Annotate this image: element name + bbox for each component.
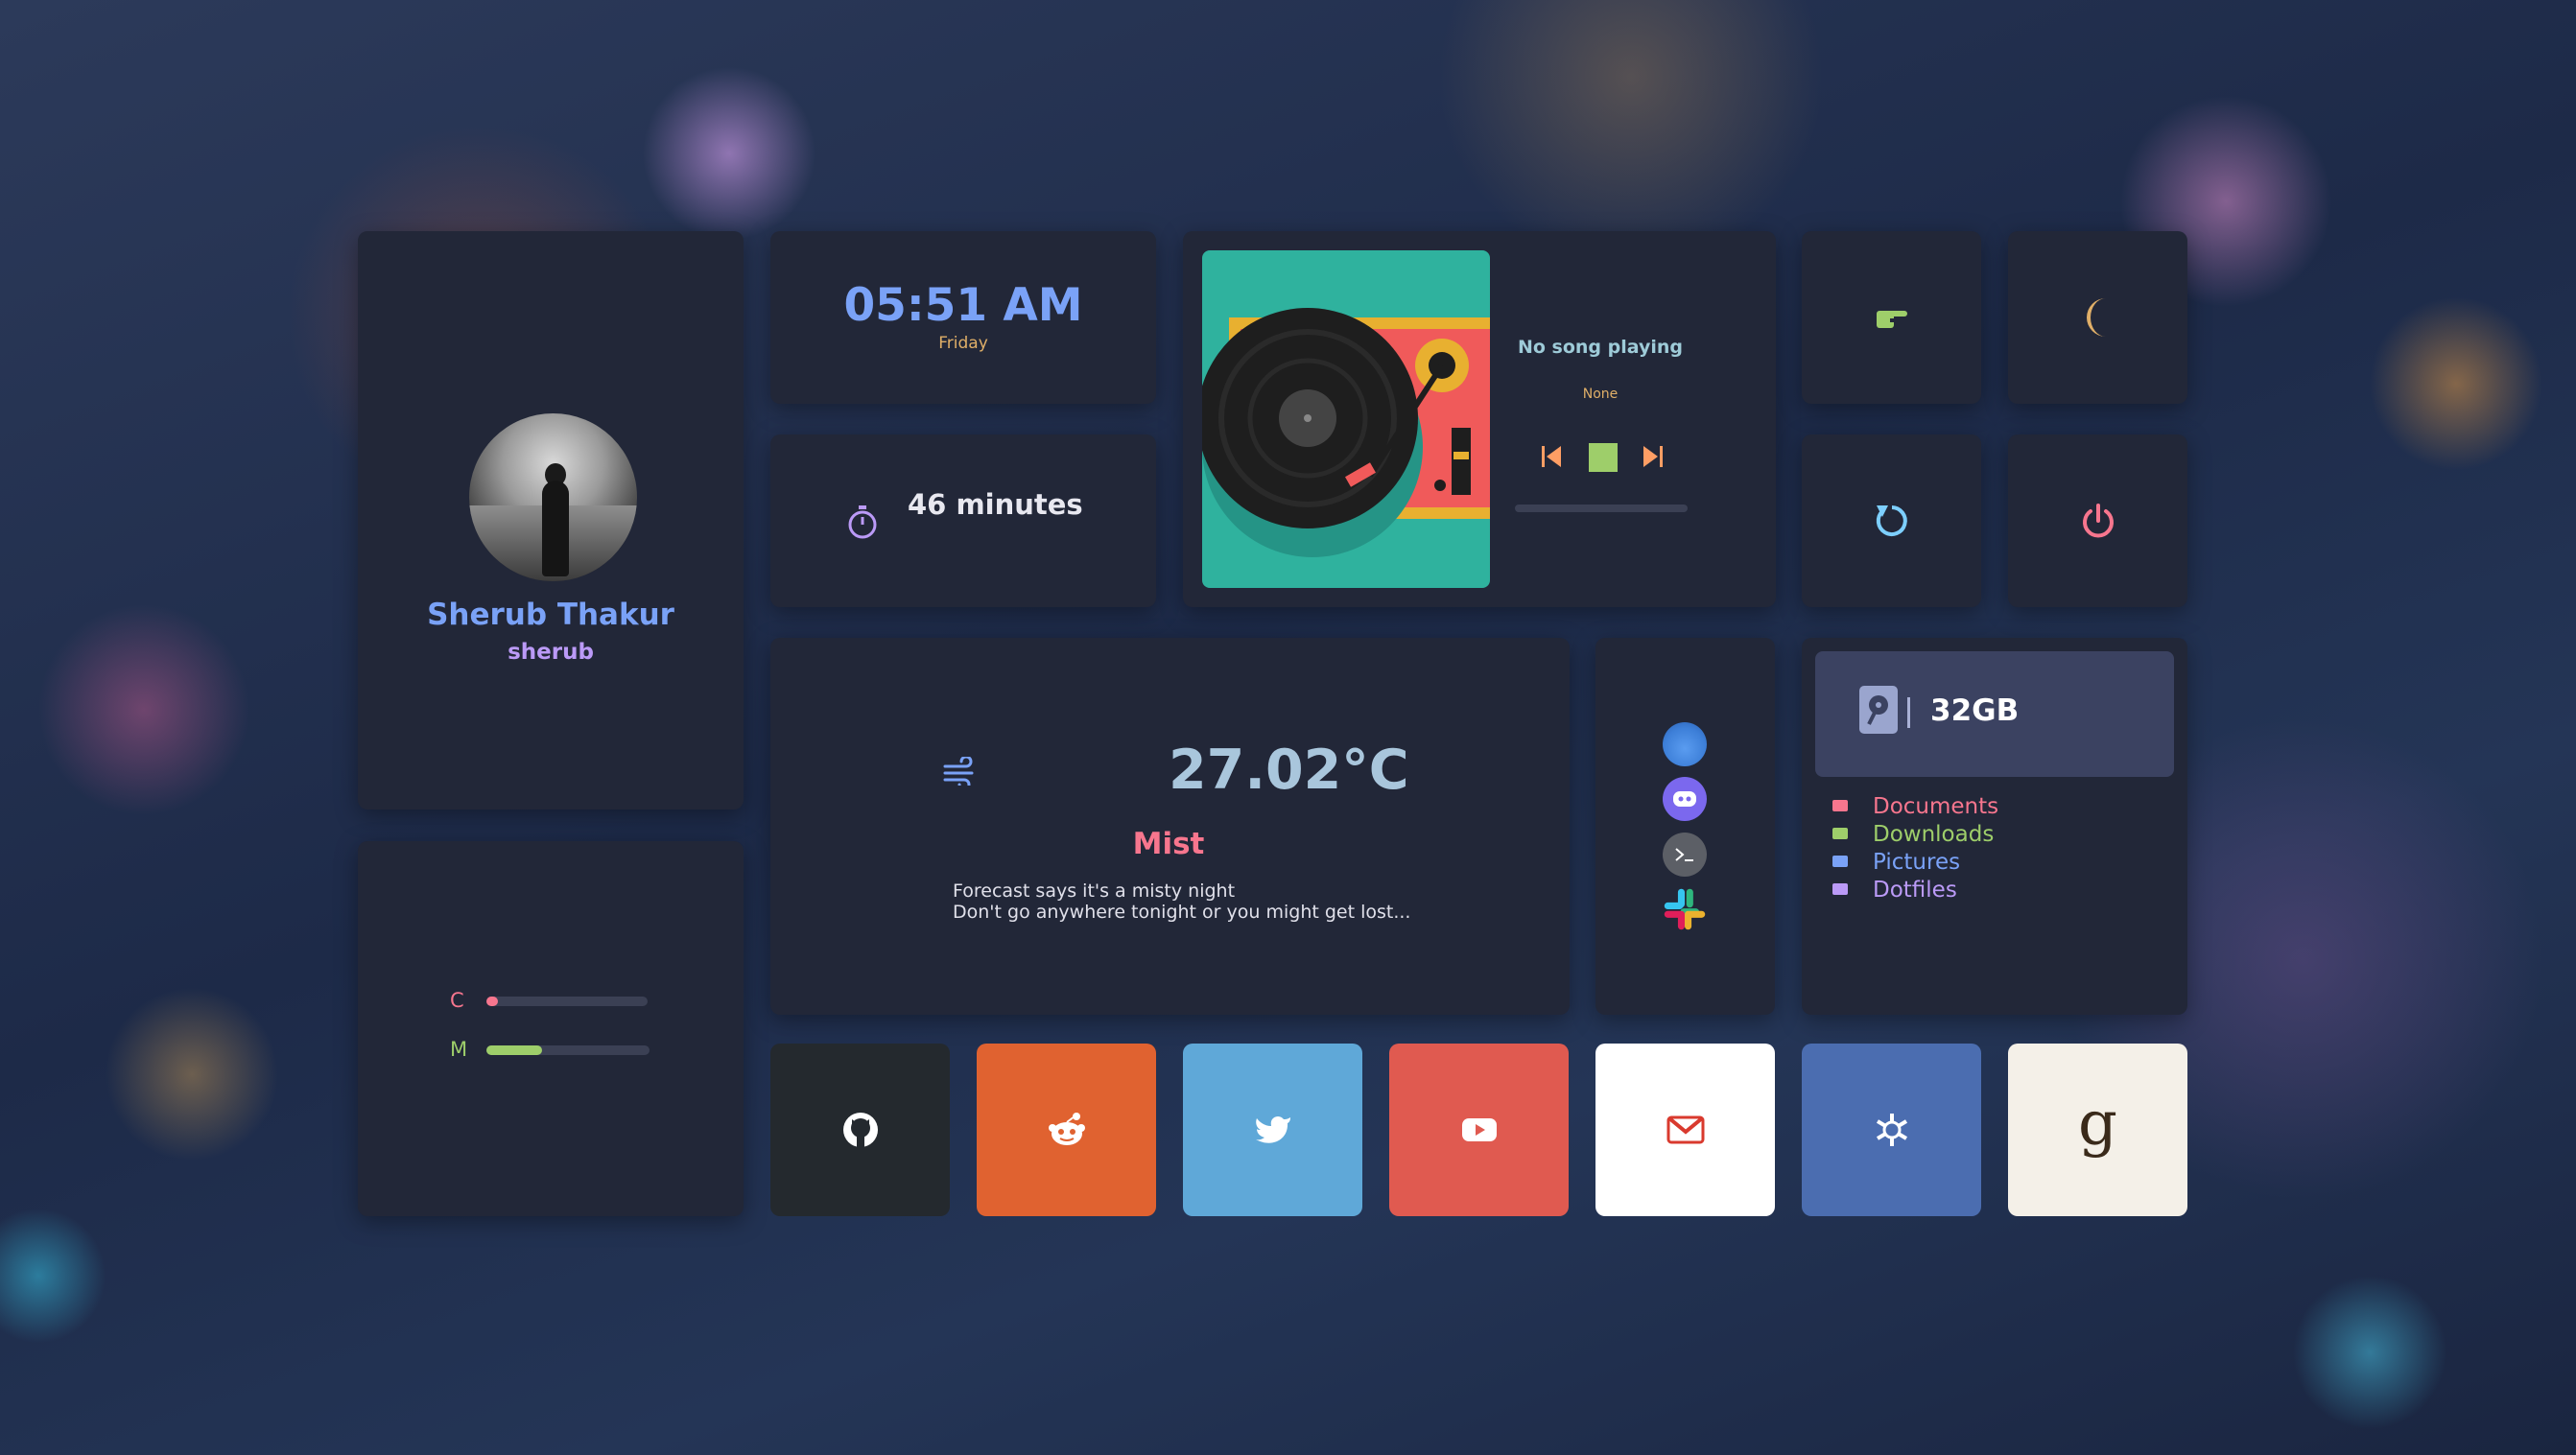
folder-pictures[interactable]: Pictures	[1832, 850, 1960, 875]
power-icon	[2082, 504, 2114, 538]
gmail-icon	[1666, 1115, 1704, 1144]
weather-card: 27.02°C Mist Forecast says it's a misty …	[770, 638, 1570, 1015]
song-artist: None	[1582, 387, 1619, 402]
weather-description-line2: Don't go anywhere tonight or you might g…	[953, 902, 1411, 923]
browser-button[interactable]	[1663, 722, 1707, 766]
folder-icon	[1832, 882, 1848, 895]
discord-button[interactable]	[1663, 777, 1707, 821]
nixos-bookmark[interactable]	[1802, 1044, 1981, 1216]
cpu-label: C	[450, 989, 464, 1012]
slack-icon[interactable]	[1663, 887, 1707, 931]
twitter-icon	[1255, 1116, 1290, 1143]
sleep-button[interactable]	[2008, 231, 2187, 404]
album-art	[1202, 250, 1490, 588]
memory-label: M	[450, 1038, 468, 1061]
restart-button[interactable]	[1802, 434, 1981, 607]
goodreads-bookmark[interactable]: g	[2008, 1044, 2187, 1216]
disk-usage: 32GB	[1815, 651, 2174, 777]
pointing-hand-icon	[1876, 311, 1907, 328]
stopwatch-icon	[848, 505, 877, 539]
clock-day: Friday	[938, 334, 988, 353]
weather-description: Forecast says it's a misty night Don't g…	[953, 880, 1410, 923]
discord-icon	[1673, 791, 1696, 807]
cpu-bar-fill	[486, 997, 498, 1006]
github-bookmark[interactable]	[770, 1044, 950, 1216]
reddit-bookmark[interactable]	[977, 1044, 1156, 1216]
terminal-icon	[1675, 848, 1693, 861]
folder-dotfiles[interactable]: Dotfiles	[1832, 878, 1957, 903]
song-title: No song playing	[1517, 337, 1684, 358]
profile-card: Sherub Thakur sherub	[358, 231, 744, 810]
github-icon	[842, 1113, 878, 1147]
twitter-bookmark[interactable]	[1183, 1044, 1362, 1216]
reddit-icon	[1048, 1113, 1085, 1145]
nixos-icon	[1876, 1114, 1907, 1146]
restart-icon	[1876, 505, 1907, 536]
youtube-icon	[1461, 1118, 1497, 1141]
shutdown-button[interactable]	[2008, 434, 2187, 607]
folder-icon	[1832, 855, 1848, 867]
goodreads-icon: g	[2078, 1089, 2117, 1160]
folder-icon	[1832, 827, 1848, 839]
profile-username: sherub	[508, 640, 594, 665]
stop-button[interactable]	[1589, 443, 1618, 472]
gmail-bookmark[interactable]	[1595, 1044, 1775, 1216]
cpu-bar	[486, 997, 648, 1006]
clock-time: 05:51 AM	[843, 279, 1083, 332]
previous-button[interactable]	[1540, 444, 1563, 469]
song-progress[interactable]	[1515, 505, 1688, 512]
weather-description-line1: Forecast says it's a misty night	[953, 880, 1236, 902]
apps-card	[1595, 638, 1775, 1015]
harddisk-icon	[1859, 686, 1910, 734]
wind-icon	[943, 757, 974, 786]
disk-size: 32GB	[1930, 693, 2020, 728]
weather-condition: Mist	[1132, 827, 1205, 861]
lock-button[interactable]	[1802, 231, 1981, 404]
music-card: No song playing None	[1183, 231, 1776, 607]
moon-icon	[2086, 298, 2106, 337]
stats-card: C M	[358, 841, 744, 1216]
folder-icon	[1832, 799, 1848, 811]
uptime-text: 46 minutes	[908, 488, 1083, 521]
next-button[interactable]	[1642, 444, 1665, 469]
profile-name: Sherub Thakur	[427, 598, 674, 632]
memory-bar	[486, 1045, 650, 1055]
avatar	[469, 413, 637, 581]
files-card: 32GB Documents Downloads Pictures Dotfil…	[1802, 638, 2187, 1015]
memory-bar-fill	[486, 1045, 542, 1055]
folder-documents[interactable]: Documents	[1832, 794, 1998, 819]
terminal-button[interactable]	[1663, 833, 1707, 877]
weather-temperature: 27.02°C	[1169, 739, 1409, 802]
clock-card: 05:51 AM Friday	[770, 231, 1156, 404]
folder-downloads[interactable]: Downloads	[1832, 822, 1994, 847]
uptime-card: 46 minutes	[770, 434, 1156, 607]
youtube-bookmark[interactable]	[1389, 1044, 1569, 1216]
